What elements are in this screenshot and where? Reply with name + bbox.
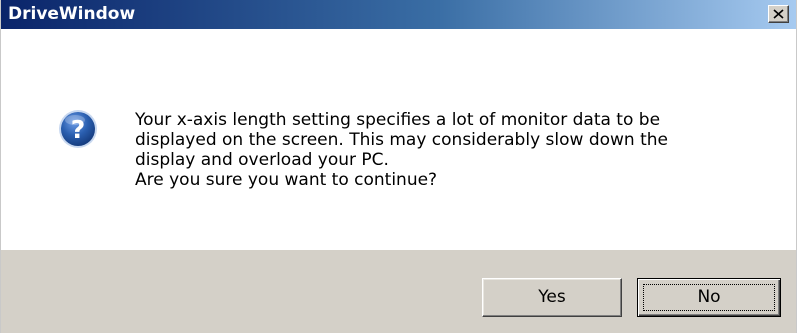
close-x-icon bbox=[773, 9, 784, 19]
no-button[interactable]: No bbox=[637, 278, 781, 317]
dialog-body: ? Your x-axis length setting specifies a… bbox=[1, 29, 796, 250]
no-button-label: No bbox=[697, 287, 721, 307]
yes-button-label: Yes bbox=[538, 287, 566, 307]
message-line: Are you sure you want to continue? bbox=[135, 170, 438, 190]
message-dialog: DriveWindow ? Your x-axis length setting… bbox=[0, 0, 797, 333]
close-button[interactable] bbox=[768, 5, 789, 23]
message-line: Your x-axis length setting specifies a l… bbox=[135, 110, 661, 130]
window-title: DriveWindow bbox=[8, 4, 136, 24]
question-mark-glyph: ? bbox=[71, 115, 86, 144]
message-line: display and overload your PC. bbox=[135, 150, 389, 170]
yes-button[interactable]: Yes bbox=[482, 278, 622, 317]
button-bar: Yes No bbox=[1, 250, 796, 333]
message-line: displayed on the screen. This may consid… bbox=[135, 130, 669, 150]
question-icon: ? bbox=[59, 110, 97, 148]
title-bar[interactable]: DriveWindow bbox=[1, 0, 796, 29]
dialog-message: Your x-axis length setting specifies a l… bbox=[135, 110, 775, 190]
